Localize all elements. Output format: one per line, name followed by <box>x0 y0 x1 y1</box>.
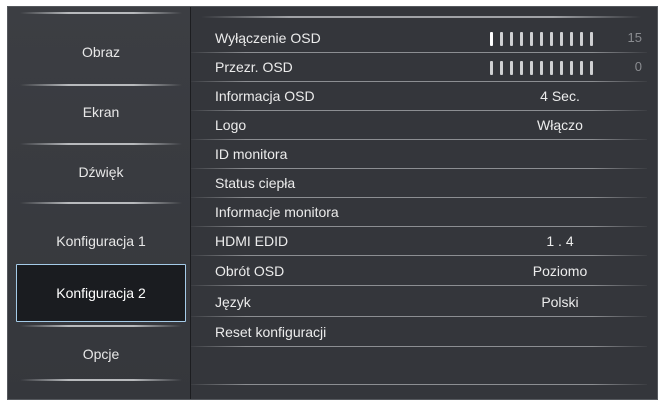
setting-row-wylaczenie-osd[interactable]: Wyłączenie OSD 15 <box>191 24 657 53</box>
slider-tick <box>550 61 553 75</box>
setting-value: Poziomo <box>532 263 588 279</box>
row-divider <box>191 255 647 256</box>
slider-wylaczenie-osd[interactable] <box>490 32 593 46</box>
sidebar-item-ekran[interactable]: Ekran <box>16 83 186 141</box>
slider-tick <box>500 32 503 46</box>
sidebar-item-label: Opcje <box>82 346 120 362</box>
setting-label: ID monitora <box>215 146 288 162</box>
setting-label: Wyłączenie OSD <box>215 30 321 46</box>
setting-row-reset-konfiguracji[interactable]: Reset konfiguracji <box>191 318 657 347</box>
setting-label: Status ciepła <box>215 175 296 191</box>
sidebar-item-label: Obraz <box>81 44 121 60</box>
slider-tick <box>520 61 523 75</box>
row-divider <box>191 316 647 317</box>
setting-row-przezr-osd[interactable]: Przezr. OSD 0 <box>191 53 657 82</box>
setting-value: 1 . 4 <box>546 233 574 249</box>
slider-tick <box>580 32 583 46</box>
setting-label: Przezr. OSD <box>215 59 293 75</box>
setting-label: Obrót OSD <box>215 263 285 279</box>
setting-row-informacja-osd[interactable]: Informacja OSD 4 Sec. <box>191 82 657 111</box>
setting-row-logo[interactable]: Logo Włączo <box>191 111 657 140</box>
slider-tick <box>520 32 523 46</box>
sidebar-divider <box>20 379 182 381</box>
setting-label: Reset konfiguracji <box>215 324 327 340</box>
slider-tick <box>560 32 563 46</box>
sidebar-item-konfiguracja-2[interactable]: Konfiguracja 2 <box>16 264 186 322</box>
slider-value: 0 <box>634 59 642 74</box>
setting-row-jezyk[interactable]: Język Polski <box>191 288 657 317</box>
slider-tick <box>530 61 533 75</box>
setting-label: Informacja OSD <box>215 88 315 104</box>
setting-row-obrot-osd[interactable]: Obrót OSD Poziomo <box>191 257 657 286</box>
slider-tick <box>490 61 493 75</box>
osd-menu: Obraz Ekran Dźwięk Konfiguracja 1 Konfig… <box>7 6 658 400</box>
setting-value: 4 Sec. <box>540 88 580 104</box>
slider-tick <box>510 61 513 75</box>
slider-tick <box>490 32 493 46</box>
setting-row-status-ciepla[interactable]: Status ciepła <box>191 169 657 198</box>
sidebar-item-label: Konfiguracja 1 <box>56 233 146 249</box>
sidebar: Obraz Ekran Dźwięk Konfiguracja 1 Konfig… <box>8 7 191 399</box>
slider-tick <box>500 61 503 75</box>
sidebar-item-obraz[interactable]: Obraz <box>16 23 186 81</box>
sidebar-item-konfiguracja-1[interactable]: Konfiguracja 1 <box>16 212 186 270</box>
setting-row-id-monitora[interactable]: ID monitora <box>191 140 657 169</box>
empty-row <box>191 356 657 385</box>
slider-tick <box>540 32 543 46</box>
setting-row-hdmi-edid[interactable]: HDMI EDID 1 . 4 <box>191 227 657 256</box>
slider-tick <box>590 32 593 46</box>
sidebar-item-opcje[interactable]: Opcje <box>16 325 186 383</box>
slider-przezr-osd[interactable] <box>490 61 593 75</box>
settings-panel: Wyłączenie OSD 15 Przezr. OSD 0 Informac… <box>191 7 657 399</box>
setting-label: Informacje monitora <box>215 204 339 220</box>
slider-tick <box>550 32 553 46</box>
sidebar-item-dzwiek[interactable]: Dźwięk <box>16 143 186 201</box>
setting-value: Włączo <box>537 117 583 133</box>
sidebar-item-label: Ekran <box>82 104 120 120</box>
slider-tick <box>570 61 573 75</box>
setting-value: Polski <box>541 294 579 310</box>
row-divider <box>191 384 647 385</box>
sidebar-divider <box>20 202 182 204</box>
slider-tick <box>590 61 593 75</box>
setting-row-informacje-monitora[interactable]: Informacje monitora <box>191 198 657 227</box>
setting-label: Logo <box>215 117 247 133</box>
panel-top-divider <box>201 16 641 18</box>
sidebar-item-label: Konfiguracja 2 <box>56 285 146 301</box>
slider-tick <box>540 61 543 75</box>
row-divider <box>191 346 647 347</box>
slider-tick <box>560 61 563 75</box>
setting-label: HDMI EDID <box>215 233 289 249</box>
slider-tick <box>510 32 513 46</box>
slider-tick <box>530 32 533 46</box>
slider-tick <box>580 61 583 75</box>
sidebar-divider <box>20 12 182 14</box>
row-divider <box>191 285 647 286</box>
setting-label: Język <box>215 294 251 310</box>
slider-tick <box>570 32 573 46</box>
slider-value: 15 <box>627 30 642 45</box>
sidebar-item-label: Dźwięk <box>78 164 124 180</box>
